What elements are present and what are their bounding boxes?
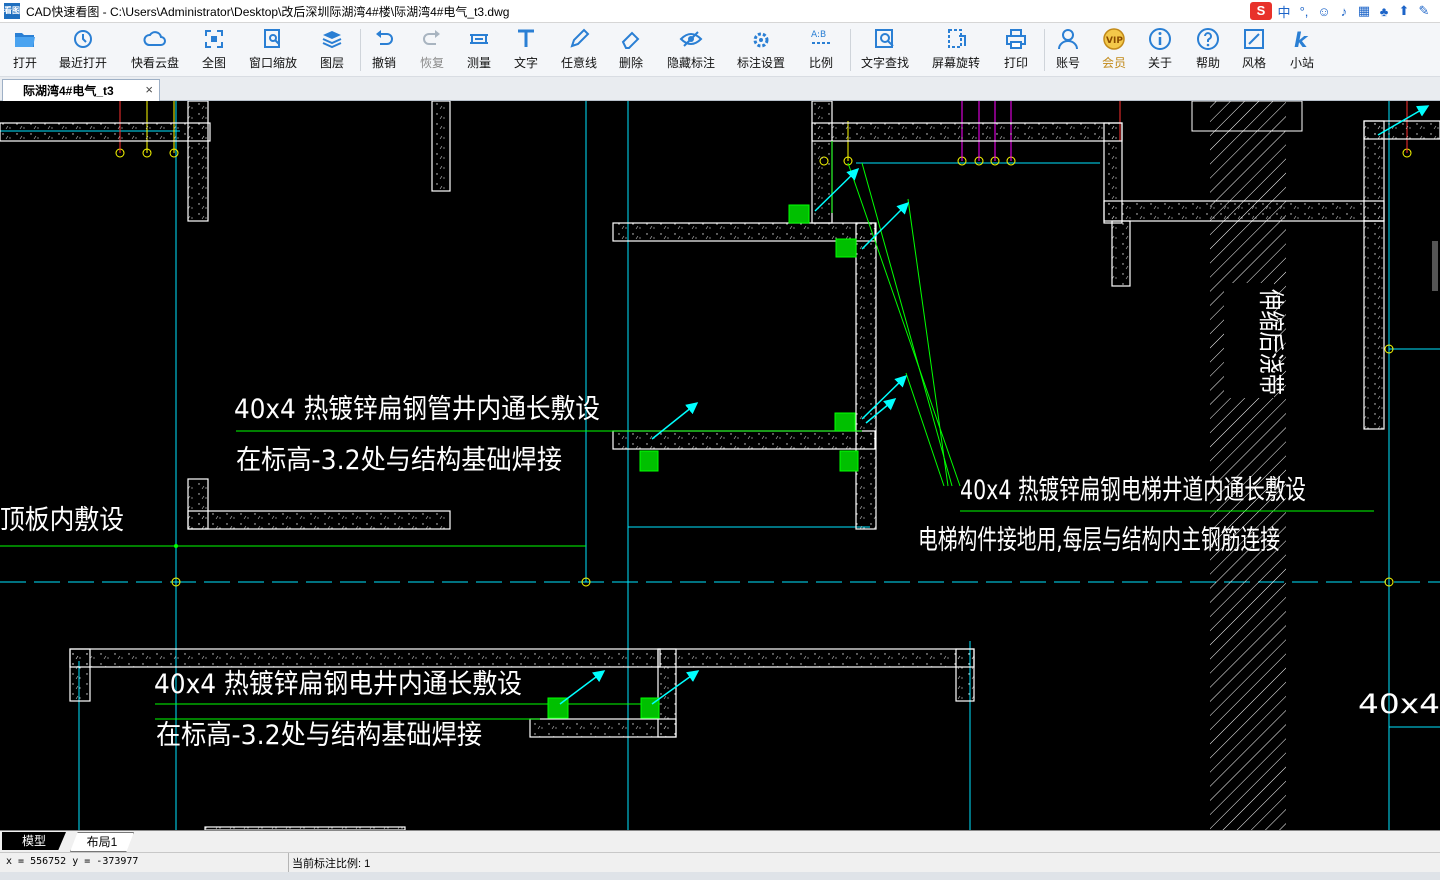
measure-button[interactable]: 测量 xyxy=(462,26,496,74)
help-button[interactable]: 帮助 xyxy=(1192,26,1224,74)
layers-icon xyxy=(322,31,342,49)
ground-node xyxy=(174,544,178,548)
status-divider xyxy=(288,853,289,872)
expansion-joint-label: 伸缩后浇带 xyxy=(1255,289,1285,395)
eraser-icon xyxy=(621,31,640,49)
site-button[interactable]: k 小站 xyxy=(1286,26,1318,74)
cloud-icon xyxy=(143,31,166,46)
expansion-joint-hatch xyxy=(1210,101,1286,830)
cad-drawing[interactable]: 40x4 热镀锌扁钢管井内通长敷设 在标高-3.2处与结构基础焊接 顶板内敷设 … xyxy=(0,101,1440,830)
document-tab[interactable]: 际湖湾4#电气_t3 × xyxy=(2,79,160,101)
title-bar: 看图 CAD快速看图 - C:\Users\Administrator\Desk… xyxy=(0,0,1440,23)
toolbar-separator xyxy=(360,29,361,71)
note2-line2: 电梯构件接地用,每层与结构内主钢筋连接 xyxy=(918,525,1280,556)
cursor-coordinates: x = 556752 y = -373977 xyxy=(6,856,139,867)
recent-button[interactable]: 最近打开 xyxy=(56,26,110,74)
document-tab-bar: 际湖湾4#电气_t3 × xyxy=(0,77,1440,101)
vip-badge-icon: VIP xyxy=(1103,28,1125,50)
k-logo-icon: k xyxy=(1294,28,1309,52)
microphone-icon[interactable]: ♪ xyxy=(1336,4,1352,19)
toolbar-separator xyxy=(850,29,851,71)
scale-icon: A:B xyxy=(811,30,830,44)
vip-button[interactable]: VIP 会员 xyxy=(1098,26,1130,74)
delete-button[interactable]: 删除 xyxy=(614,26,648,74)
zoom-window-icon xyxy=(264,29,280,48)
history-icon xyxy=(74,30,92,48)
scale-button[interactable]: A:B 比例 xyxy=(804,26,838,74)
fullscreen-icon xyxy=(205,30,223,48)
account-button[interactable]: 账号 xyxy=(1052,26,1084,74)
upload-icon[interactable]: ⬆ xyxy=(1396,3,1412,19)
window-zoom-button[interactable]: 窗口缩放 xyxy=(246,26,300,74)
svg-text:A:B: A:B xyxy=(811,30,826,40)
tab-model[interactable]: 模型 xyxy=(2,832,66,850)
ime-toolbar[interactable]: S 中 °, ☺ ♪ ▦ ♣ ⬆ ✎ xyxy=(1250,1,1432,21)
tab-layout1[interactable]: 布局1 xyxy=(70,832,134,852)
info-icon xyxy=(1149,28,1171,50)
taskbar-strip xyxy=(0,872,1440,880)
layers-button[interactable]: 图层 xyxy=(316,26,348,74)
partial-left-text: 顶板内敷设 xyxy=(0,505,124,536)
ime-punct[interactable]: °, xyxy=(1296,4,1312,19)
undo-icon xyxy=(376,30,393,45)
rotate-icon xyxy=(948,29,966,48)
gear-icon xyxy=(753,32,769,48)
eye-off-icon xyxy=(679,31,703,47)
ruler-icon xyxy=(470,34,488,44)
canvas-scroll-grip[interactable] xyxy=(1432,241,1438,291)
partial-right-text: 40x4 xyxy=(1358,689,1440,720)
user-icon xyxy=(1058,29,1078,50)
about-button[interactable]: 关于 xyxy=(1144,26,1176,74)
note3-line1: 40x4 热镀锌扁钢电井内通长敷设 xyxy=(154,669,522,700)
document-tab-label: 际湖湾4#电气_t3 xyxy=(23,84,114,98)
hide-marks-button[interactable]: 隐藏标注 xyxy=(664,26,718,74)
text-search-button[interactable]: 文字查找 xyxy=(858,26,912,74)
fit-all-button[interactable]: 全图 xyxy=(198,26,230,74)
mark-settings-button[interactable]: 标注设置 xyxy=(734,26,788,74)
freeline-button[interactable]: 任意线 xyxy=(558,26,600,74)
ime-mode[interactable]: 中 xyxy=(1276,2,1292,21)
printer-icon xyxy=(1006,29,1026,49)
redo-button[interactable]: 恢复 xyxy=(416,26,448,74)
print-button[interactable]: 打印 xyxy=(1000,26,1032,74)
style-edit-icon xyxy=(1244,29,1264,49)
window-title: CAD快速看图 - C:\Users\Administrator\Desktop… xyxy=(26,4,510,19)
pencil-icon xyxy=(570,28,590,48)
text-t-icon xyxy=(518,29,534,47)
note1-line1: 40x4 热镀锌扁钢管井内通长敷设 xyxy=(234,394,600,425)
undo-button[interactable]: 撤销 xyxy=(368,26,400,74)
close-icon[interactable]: × xyxy=(145,82,153,97)
svg-text:VIP: VIP xyxy=(1106,36,1123,46)
toolbar-separator xyxy=(1044,29,1045,71)
skin-icon[interactable]: ♣ xyxy=(1376,4,1392,19)
help-icon xyxy=(1197,28,1219,50)
ground-terminals xyxy=(547,204,859,719)
text-search-icon xyxy=(875,29,894,48)
keyboard-icon[interactable]: ▦ xyxy=(1356,3,1372,19)
note1-line2: 在标高-3.2处与结构基础焊接 xyxy=(236,445,562,476)
rotate-screen-button[interactable]: 屏幕旋转 xyxy=(928,26,984,74)
layout-tabs: 模型 布局1 xyxy=(0,830,1440,852)
sogou-logo-icon[interactable]: S xyxy=(1250,2,1272,20)
main-toolbar: 打开 最近打开 快看云盘 全图 窗口缩放 图层 撤销 恢复 测量 文字 任意线 … xyxy=(0,23,1440,77)
folder-icon xyxy=(15,33,35,47)
note3-line2: 在标高-3.2处与结构基础焊接 xyxy=(156,720,482,751)
wrench-icon[interactable]: ✎ xyxy=(1416,3,1432,19)
style-button[interactable]: 风格 xyxy=(1238,26,1270,74)
direction-arrows xyxy=(559,105,1430,705)
note2-line1: 40x4 热镀锌扁钢电梯井道内通长敷设 xyxy=(960,475,1306,506)
drawing-canvas[interactable]: 40x4 热镀锌扁钢管井内通长敷设 在标高-3.2处与结构基础焊接 顶板内敷设 … xyxy=(0,101,1440,830)
app-icon: 看图 xyxy=(4,3,20,19)
redo-icon xyxy=(423,30,440,45)
text-button[interactable]: 文字 xyxy=(510,26,542,74)
status-bar: x = 556752 y = -373977 当前标注比例: 1 xyxy=(0,852,1440,872)
svg-text:k: k xyxy=(1294,28,1309,52)
emoji-icon[interactable]: ☺ xyxy=(1316,4,1332,19)
annotation-scale-status: 当前标注比例: 1 xyxy=(292,858,371,870)
cloud-button[interactable]: 快看云盘 xyxy=(128,26,182,74)
open-button[interactable]: 打开 xyxy=(8,26,42,74)
